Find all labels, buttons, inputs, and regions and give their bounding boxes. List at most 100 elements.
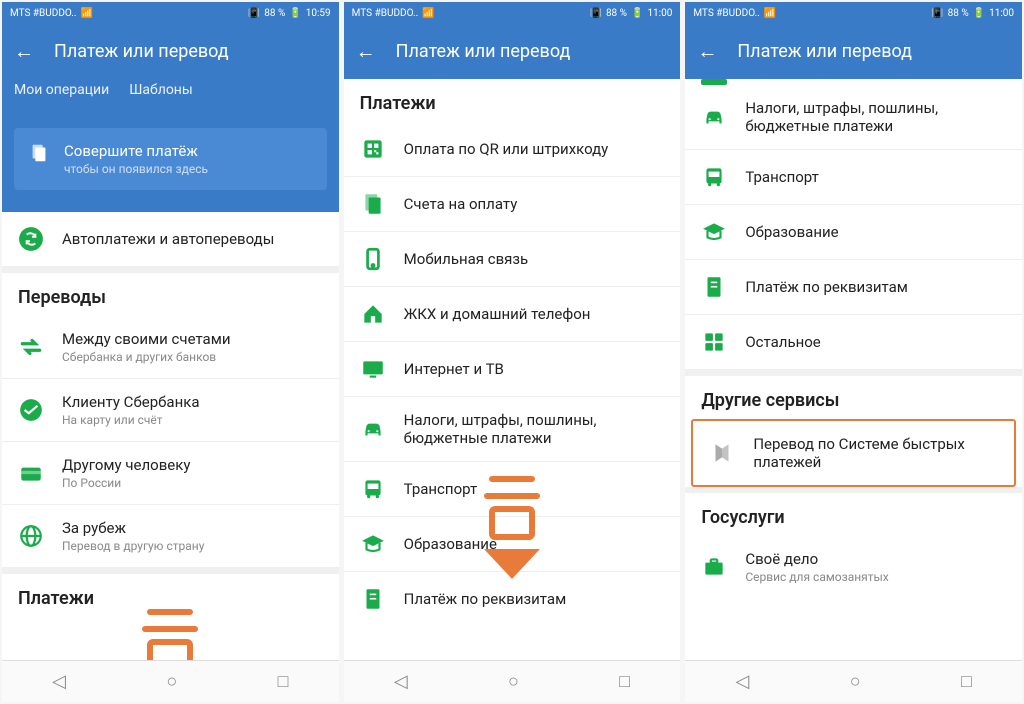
screen-1: MTS #BUDDO.. 📶 📳 88 % 🔋 10:59 ← Платеж и… <box>2 2 339 702</box>
item-utilities[interactable]: ЖКХ и домашний телефон <box>344 287 681 342</box>
item-label: Образование <box>404 535 665 553</box>
item-sub: Сбербанка и других банков <box>62 350 323 364</box>
bills-icon <box>360 191 386 217</box>
item-label: Оплата по QR или штрихкоду <box>404 140 665 158</box>
sber-icon <box>18 397 44 423</box>
item-label: Образование <box>745 223 1006 241</box>
header: ← Платеж или перевод <box>685 24 1022 79</box>
back-button[interactable]: ← <box>356 39 376 64</box>
carrier-label: MTS #BUDDO.. <box>10 8 77 19</box>
item-requisites[interactable]: Платёж по реквизитам <box>685 260 1022 315</box>
sbp-icon <box>709 440 735 466</box>
statusbar: MTS #BUDDO..📶 📳 88 % 🔋 11:00 <box>344 2 681 24</box>
navbar: ◁ ○ □ <box>344 660 681 702</box>
battery-icon: 🔋 <box>289 8 301 19</box>
doc-icon <box>701 274 727 300</box>
item-mobile[interactable]: Мобильная связь <box>344 232 681 287</box>
item-between-accounts[interactable]: Между своими счетамиСбербанка и других б… <box>2 316 339 379</box>
tv-icon <box>360 356 386 382</box>
nav-back[interactable]: ◁ <box>52 671 66 692</box>
item-label: Транспорт <box>745 168 1006 186</box>
page-title: Платеж или перевод <box>54 41 229 62</box>
nav-recent[interactable]: □ <box>278 671 289 692</box>
item-label: Счета на оплату <box>404 195 665 213</box>
item-taxes[interactable]: Налоги, штрафы, пошлины, бюджетные плате… <box>344 397 681 462</box>
time-label: 11:00 <box>647 8 672 19</box>
bus-icon <box>701 164 727 190</box>
receipt-icon <box>28 142 50 164</box>
nav-home[interactable]: ○ <box>508 671 519 692</box>
item-taxes[interactable]: Налоги, штрафы, пошлины, бюджетные плате… <box>685 85 1022 150</box>
item-bills[interactable]: Счета на оплату <box>344 177 681 232</box>
carrier-label: MTS #BUDDO.. <box>352 8 419 19</box>
hint-sub: чтобы он появился здесь <box>64 162 208 176</box>
back-button[interactable]: ← <box>14 39 34 64</box>
car-icon <box>701 104 727 130</box>
hint-title: Совершите платёж <box>64 142 208 160</box>
vibrate-icon: 📳 <box>248 8 260 19</box>
section-payments: Платежи <box>344 79 681 122</box>
nav-recent[interactable]: □ <box>961 671 972 692</box>
signal-icon: 📶 <box>81 8 93 19</box>
item-autopay[interactable]: Автоплатежи и автопереводы <box>2 212 339 267</box>
battery-icon: 🔋 <box>973 8 985 19</box>
signal-icon: 📶 <box>764 8 776 19</box>
nav-home[interactable]: ○ <box>166 671 177 692</box>
item-transport[interactable]: Транспорт <box>344 462 681 517</box>
time-label: 11:00 <box>989 8 1014 19</box>
header: ← Платеж или перевод <box>344 24 681 79</box>
edu-icon <box>701 219 727 245</box>
item-other[interactable]: Остальное <box>685 315 1022 370</box>
hint-card[interactable]: Совершите платёж чтобы он появился здесь <box>14 128 327 190</box>
carrier-label: MTS #BUDDO.. <box>693 8 760 19</box>
section-payments: Платежи <box>2 574 339 617</box>
nav-back[interactable]: ◁ <box>736 671 750 692</box>
item-sub: На карту или счёт <box>62 413 323 427</box>
item-label: Автоплатежи и автопереводы <box>62 230 323 248</box>
item-label: Интернет и ТВ <box>404 360 665 378</box>
battery-label: 88 % <box>264 8 285 19</box>
item-transport[interactable]: Транспорт <box>685 150 1022 205</box>
page-title: Платеж или перевод <box>737 41 912 62</box>
time-label: 10:59 <box>306 8 331 19</box>
header: ← Платеж или перевод Мои операции Шаблон… <box>2 24 339 118</box>
screen-2: MTS #BUDDO..📶 📳 88 % 🔋 11:00 ← Платеж или п… <box>344 2 681 702</box>
tab-operations[interactable]: Мои операции <box>14 82 109 98</box>
battery-icon: 🔋 <box>631 8 643 19</box>
screen-3: MTS #BUDDO..📶 📳88 %🔋11:00 ← Платеж или п… <box>685 2 1022 702</box>
item-label: Налоги, штрафы, пошлины, бюджетные плате… <box>745 99 1006 135</box>
item-education[interactable]: Образование <box>344 517 681 572</box>
back-button[interactable]: ← <box>697 39 717 64</box>
item-label: За рубеж <box>62 519 323 537</box>
grid-icon <box>701 329 727 355</box>
battery-label: 88 % <box>948 8 969 19</box>
nav-home[interactable]: ○ <box>850 671 861 692</box>
tabs: Мои операции Шаблоны <box>14 82 327 108</box>
item-label: Платёж по реквизитам <box>745 278 1006 296</box>
item-label: Клиенту Сбербанка <box>62 393 323 411</box>
nav-recent[interactable]: □ <box>619 671 630 692</box>
navbar: ◁ ○ □ <box>685 660 1022 702</box>
vibrate-icon: 📳 <box>589 8 601 19</box>
item-abroad[interactable]: За рубежПеревод в другую страну <box>2 505 339 568</box>
item-sber-client[interactable]: Клиенту Сбербанка На карту или счёт <box>2 379 339 442</box>
item-sbp-transfer[interactable]: Перевод по Системе быстрых платежей <box>691 419 1016 487</box>
nav-back[interactable]: ◁ <box>394 671 408 692</box>
mobile-icon <box>360 246 386 272</box>
item-label: Налоги, штрафы, пошлины, бюджетные плате… <box>404 411 665 447</box>
section-transfers: Переводы <box>2 273 339 316</box>
item-internet[interactable]: Интернет и ТВ <box>344 342 681 397</box>
item-own-business[interactable]: Своё делоСервис для самозанятых <box>685 536 1022 598</box>
page-title: Платеж или перевод <box>396 41 571 62</box>
item-requisites[interactable]: Платёж по реквизитам <box>344 572 681 626</box>
signal-icon: 📶 <box>422 8 434 19</box>
item-education[interactable]: Образование <box>685 205 1022 260</box>
item-other-person[interactable]: Другому человекуПо России <box>2 442 339 505</box>
house-icon <box>360 301 386 327</box>
edu-icon <box>360 531 386 557</box>
battery-label: 88 % <box>606 8 627 19</box>
tab-templates[interactable]: Шаблоны <box>129 82 193 98</box>
item-qr[interactable]: Оплата по QR или штрихкоду <box>344 122 681 177</box>
refresh-icon <box>18 226 44 252</box>
item-sub: По России <box>62 476 323 490</box>
